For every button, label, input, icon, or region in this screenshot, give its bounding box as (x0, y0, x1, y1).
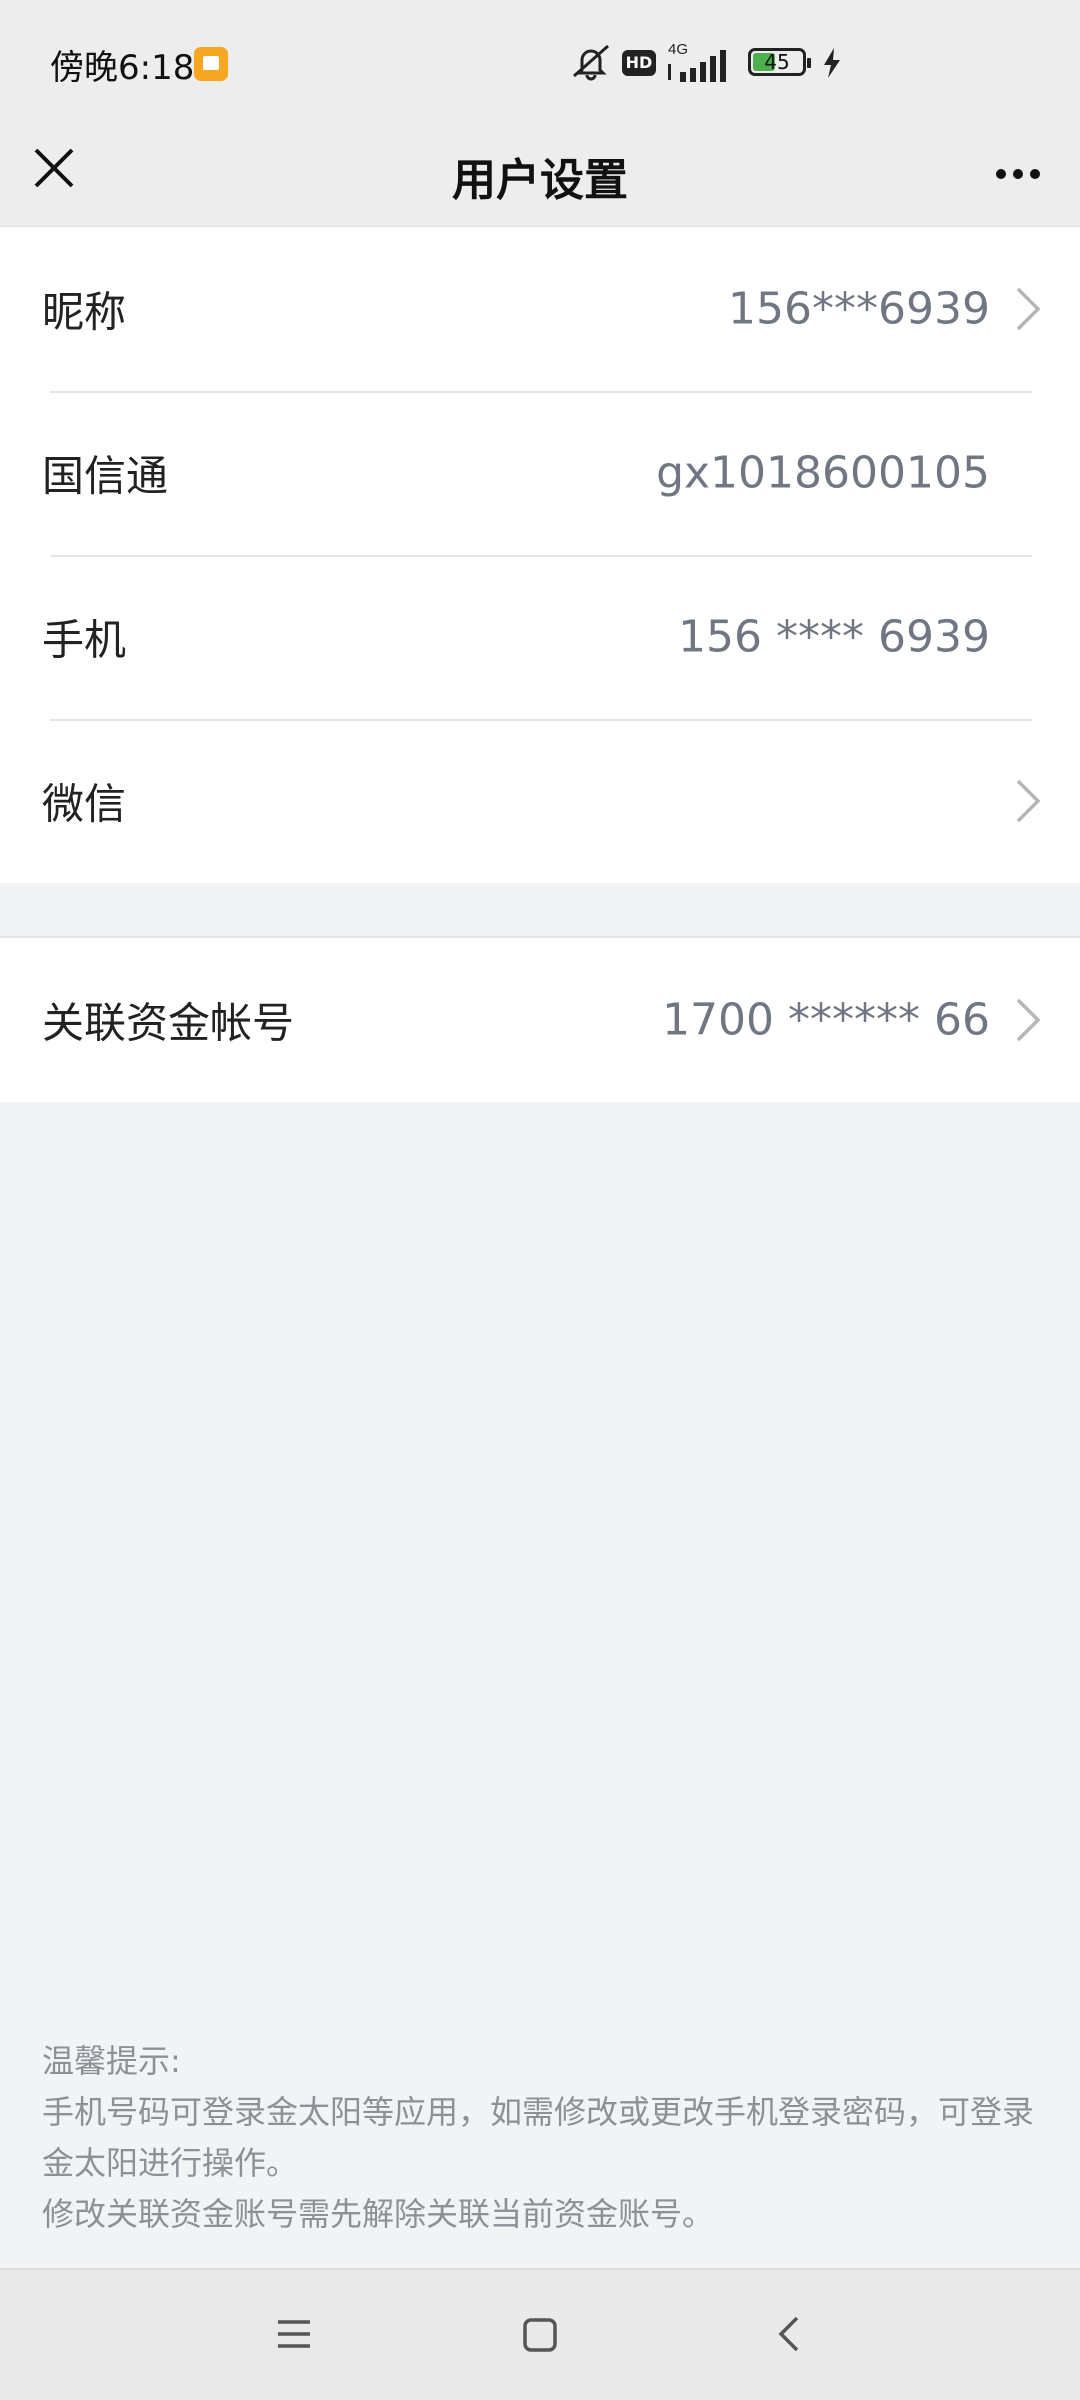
row-label: 关联资金帐号 (42, 998, 295, 1048)
mute-icon (573, 44, 609, 81)
row-value: 156***6939 (728, 283, 990, 335)
app-screen: 傍晚6:18 HD 4G 45 用户设置 昵称 156***6939 国信通 g… (0, 0, 1080, 2400)
settings-row-wechat[interactable]: 微信 (0, 719, 1080, 883)
back-button[interactable] (755, 2300, 825, 2370)
tips-title: 温馨提示: (42, 2042, 181, 2080)
row-value: 156 **** 6939 (678, 611, 990, 663)
battery-icon: 45 (748, 48, 811, 76)
page-title: 用户设置 (452, 155, 628, 206)
account-list: 关联资金帐号 1700 ****** 66 (0, 936, 1080, 1102)
more-button[interactable] (986, 140, 1050, 204)
settings-row-phone: 手机 156 **** 6939 (0, 555, 1080, 719)
tips-line-2: 修改关联资金账号需先解除关联当前资金账号。 (42, 2195, 715, 2233)
recent-apps-button[interactable] (258, 2300, 328, 2370)
chevron-right-icon (1016, 779, 1041, 823)
home-button[interactable] (505, 2300, 575, 2370)
row-label: 微信 (42, 779, 127, 829)
home-icon (523, 2318, 557, 2352)
row-label: 国信通 (42, 451, 169, 501)
status-bar: 傍晚6:18 HD 4G 45 (0, 0, 1080, 120)
chevron-right-icon (1016, 287, 1041, 331)
chevron-right-icon (1016, 998, 1041, 1042)
signal-icon: 4G (668, 41, 726, 82)
row-label: 昵称 (42, 287, 127, 337)
settings-list: 昵称 156***6939 国信通 gx1018600105 手机 156 **… (0, 227, 1080, 883)
battery-level: 45 (764, 50, 790, 74)
tips-section: 温馨提示: 手机号码可登录金太阳等应用，如需修改或更改手机登录密码，可登录金太阳… (42, 2036, 1042, 2240)
hd-icon: HD (622, 50, 656, 76)
row-value: gx1018600105 (656, 447, 990, 499)
row-label: 手机 (42, 615, 127, 665)
back-icon (778, 2316, 799, 2352)
settings-row-guoxintong: 国信通 gx1018600105 (0, 391, 1080, 555)
app-header: 用户设置 (0, 120, 1080, 228)
network-type-label: 4G (668, 41, 688, 58)
notification-icon (194, 47, 228, 81)
status-time: 傍晚6:18 (50, 48, 195, 88)
tips-line-1: 手机号码可登录金太阳等应用，如需修改或更改手机登录密码，可登录金太阳进行操作。 (42, 2093, 1035, 2182)
charging-icon (824, 48, 840, 78)
settings-row-linked-account[interactable]: 关联资金帐号 1700 ****** 66 (0, 938, 1080, 1102)
settings-row-nickname[interactable]: 昵称 156***6939 (0, 227, 1080, 391)
row-value: 1700 ****** 66 (662, 994, 990, 1046)
menu-icon (278, 2320, 310, 2348)
system-nav-bar (0, 2268, 1080, 2400)
